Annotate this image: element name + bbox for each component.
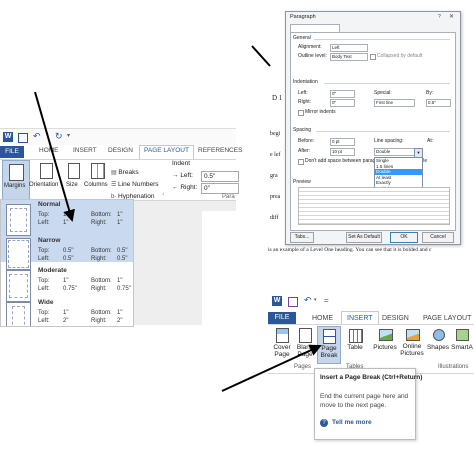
arrow-to-paragraph-dialog: [251, 45, 271, 67]
arrow-to-margins: [34, 91, 75, 222]
annotation-arrows: [34, 45, 322, 392]
arrow-to-page-break: [221, 344, 322, 392]
